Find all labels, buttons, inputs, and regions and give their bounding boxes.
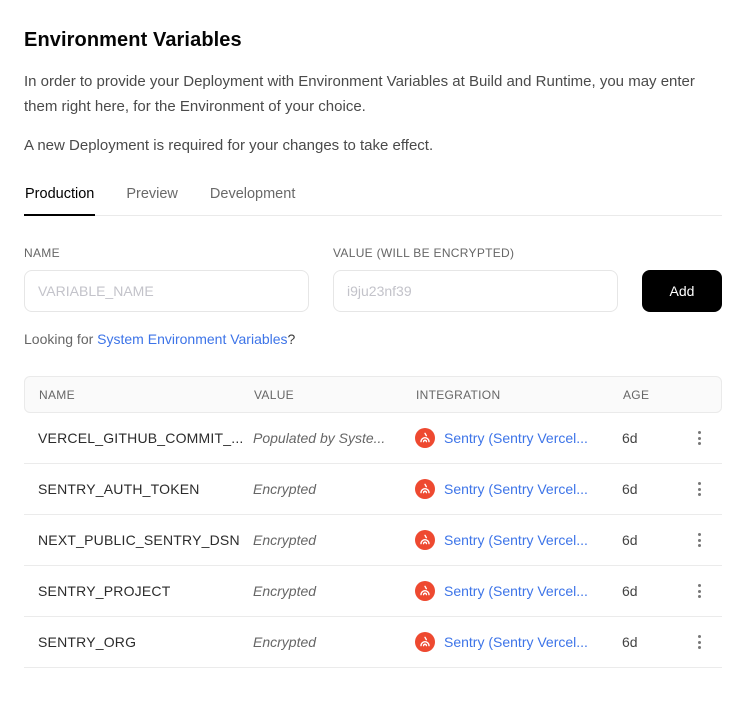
env-variables-table: NAME VALUE INTEGRATION AGE VERCEL_GITHUB… [24,376,722,668]
sentry-icon [415,632,435,652]
column-header-integration: INTEGRATION [416,388,623,402]
age-cell: 6d [622,481,676,497]
variable-value-cell: Encrypted [253,532,415,548]
page-title: Environment Variables [24,29,722,52]
system-env-hint: Looking for System Environment Variables… [24,331,722,347]
variable-value-cell: Encrypted [253,481,415,497]
env-table-body: VERCEL_GITHUB_COMMIT_... Populated by Sy… [24,413,722,668]
name-field-group: NAME [24,246,309,312]
integration-cell: Sentry (Sentry Vercel... [415,428,622,448]
name-field-label: NAME [24,246,309,260]
variable-name-cell: SENTRY_PROJECT [38,583,253,599]
row-menu-button[interactable] [692,476,707,502]
tab-preview[interactable]: Preview [125,182,179,216]
hint-suffix-text: ? [288,331,296,347]
column-header-age: AGE [623,388,677,402]
table-row: SENTRY_PROJECT Encrypted Sentry (Sentry … [24,566,722,617]
variable-value-cell: Encrypted [253,634,415,650]
sentry-icon [415,530,435,550]
table-header-row: NAME VALUE INTEGRATION AGE [24,376,722,413]
age-cell: 6d [622,532,676,548]
table-row: VERCEL_GITHUB_COMMIT_... Populated by Sy… [24,413,722,464]
tab-development[interactable]: Development [209,182,296,216]
sentry-icon [415,428,435,448]
row-menu-button[interactable] [692,425,707,451]
column-header-value: VALUE [254,388,416,402]
age-cell: 6d [622,634,676,650]
add-button[interactable]: Add [642,270,722,312]
integration-link[interactable]: Sentry (Sentry Vercel... [444,532,588,548]
integration-link[interactable]: Sentry (Sentry Vercel... [444,634,588,650]
redeploy-notice-text: A new Deployment is required for your ch… [24,133,722,158]
integration-link[interactable]: Sentry (Sentry Vercel... [444,481,588,497]
row-menu-button[interactable] [692,527,707,553]
integration-cell: Sentry (Sentry Vercel... [415,479,622,499]
integration-link[interactable]: Sentry (Sentry Vercel... [444,430,588,446]
row-menu-button[interactable] [692,578,707,604]
value-field-group: VALUE (WILL BE ENCRYPTED) [333,246,618,312]
tab-production[interactable]: Production [24,182,95,216]
environment-variables-panel: Environment Variables In order to provid… [0,0,746,692]
environment-tabs: Production Preview Development [24,182,722,216]
table-row: SENTRY_AUTH_TOKEN Encrypted Sentry (Sent… [24,464,722,515]
integration-link[interactable]: Sentry (Sentry Vercel... [444,583,588,599]
sentry-icon [415,581,435,601]
add-variable-form: NAME VALUE (WILL BE ENCRYPTED) Add [24,246,722,312]
variable-name-cell: VERCEL_GITHUB_COMMIT_... [38,430,253,446]
value-field-label: VALUE (WILL BE ENCRYPTED) [333,246,618,260]
integration-cell: Sentry (Sentry Vercel... [415,581,622,601]
table-row: NEXT_PUBLIC_SENTRY_DSN Encrypted Sentry … [24,515,722,566]
age-cell: 6d [622,583,676,599]
system-environment-variables-link[interactable]: System Environment Variables [97,331,287,347]
variable-name-cell: SENTRY_AUTH_TOKEN [38,481,253,497]
column-header-name: NAME [39,388,254,402]
variable-name-cell: SENTRY_ORG [38,634,253,650]
variable-name-input[interactable] [24,270,309,312]
hint-prefix-text: Looking for [24,331,97,347]
description-text: In order to provide your Deployment with… [24,69,722,119]
variable-value-cell: Encrypted [253,583,415,599]
row-menu-button[interactable] [692,629,707,655]
age-cell: 6d [622,430,676,446]
integration-cell: Sentry (Sentry Vercel... [415,632,622,652]
table-row: SENTRY_ORG Encrypted Sentry (Sentry Verc… [24,617,722,668]
variable-value-cell: Populated by Syste... [253,430,415,446]
variable-name-cell: NEXT_PUBLIC_SENTRY_DSN [38,532,253,548]
variable-value-input[interactable] [333,270,618,312]
sentry-icon [415,479,435,499]
integration-cell: Sentry (Sentry Vercel... [415,530,622,550]
